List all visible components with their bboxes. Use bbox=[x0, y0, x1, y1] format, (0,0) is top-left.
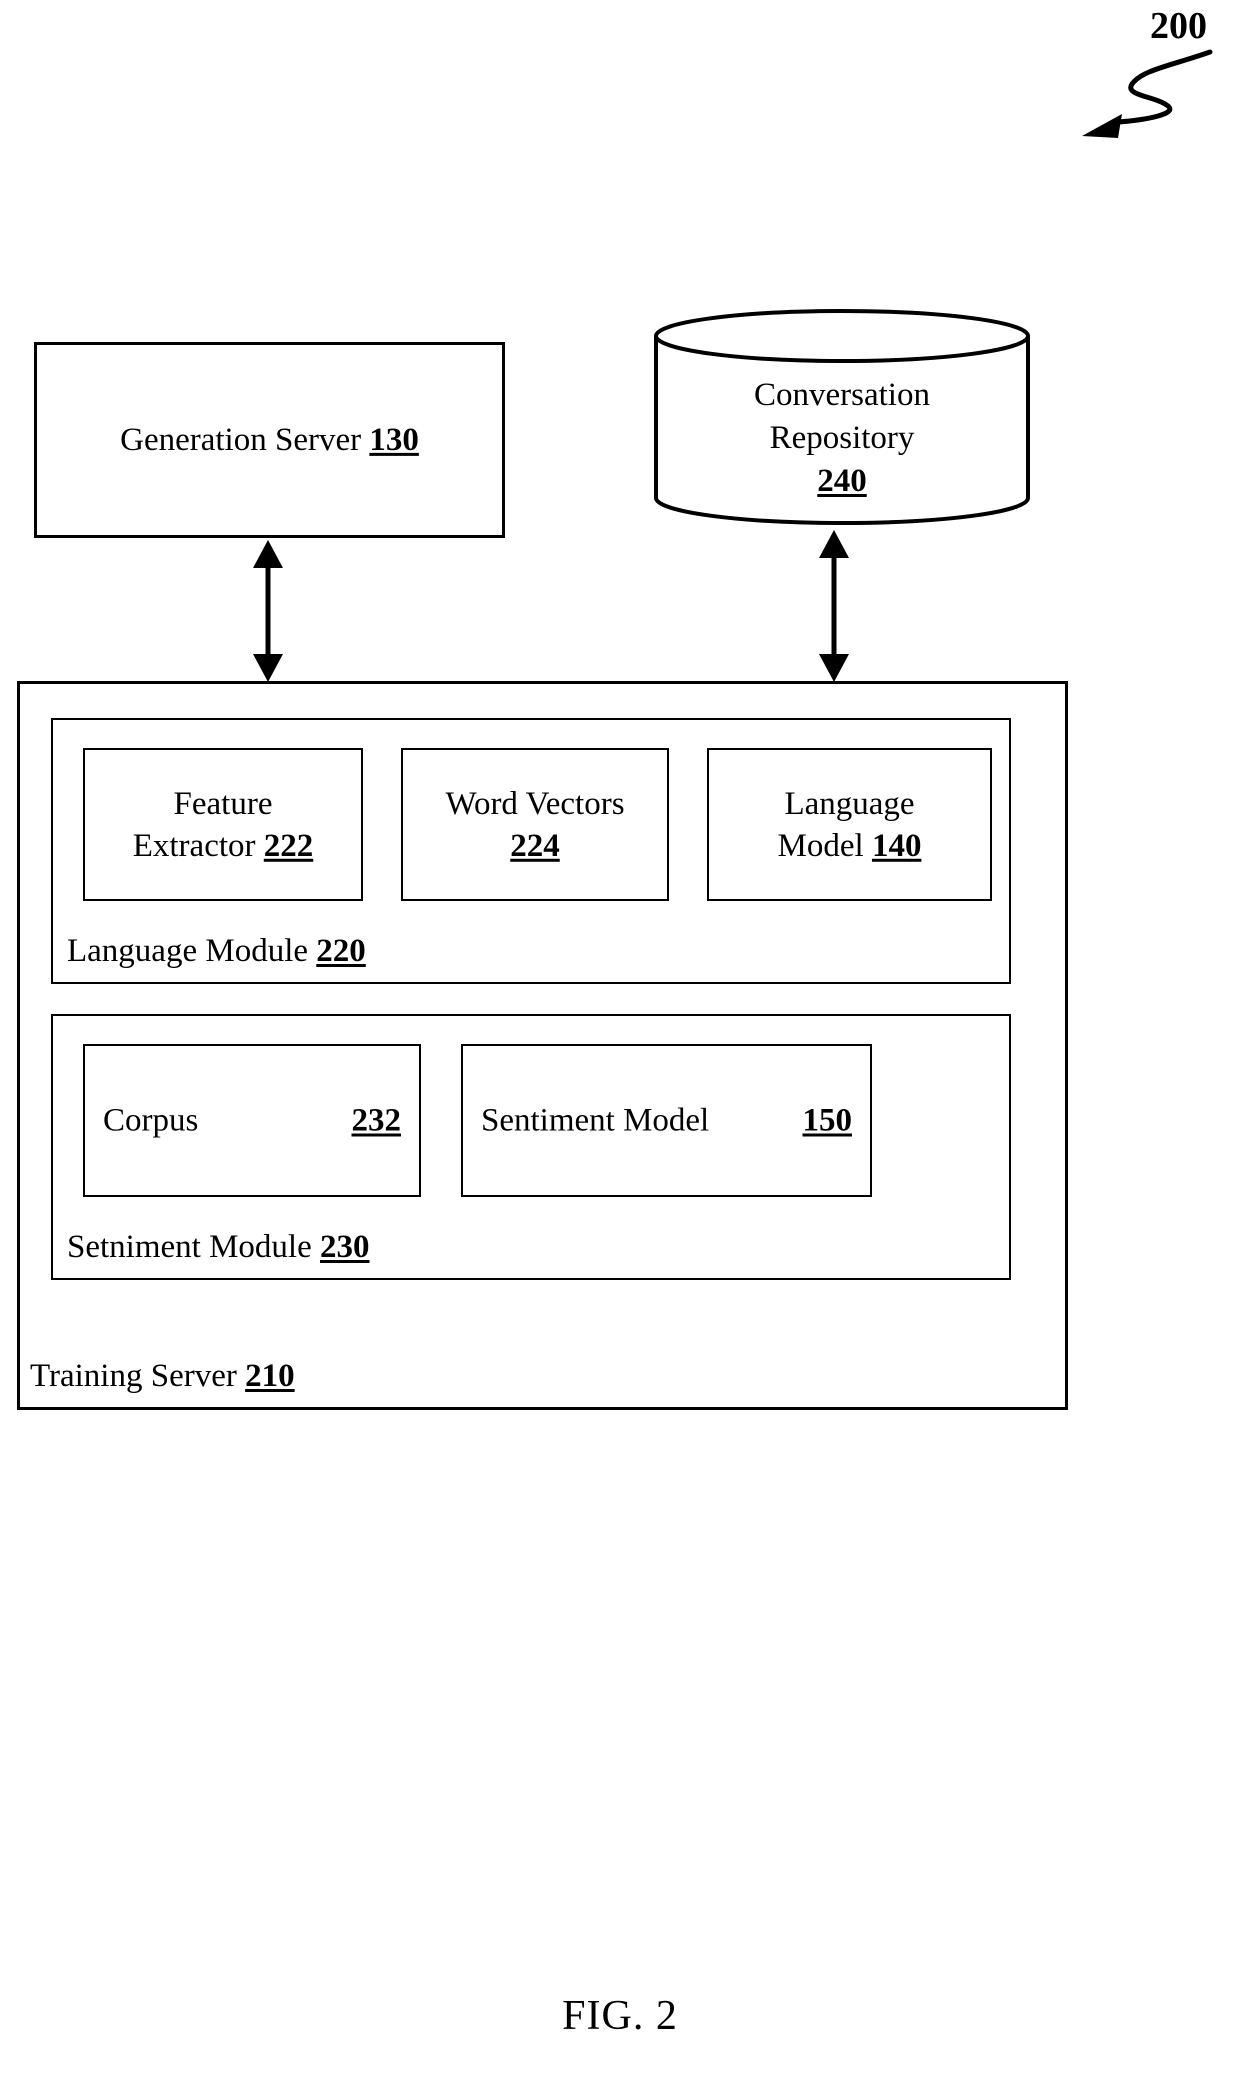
sentiment-module-box[interactable]: Corpus 232 Sentiment Model 150 Setniment… bbox=[51, 1014, 1011, 1280]
figure-canvas: 200 Generation Server 130 Conversation R… bbox=[0, 0, 1240, 2088]
language-model-label-line2: Model bbox=[777, 827, 864, 864]
language-model-ref: 140 bbox=[871, 827, 922, 864]
generation-server-ref: 130 bbox=[369, 421, 419, 458]
generation-server-label: Generation Server 130 bbox=[37, 419, 502, 461]
lead-arrow-icon bbox=[1082, 49, 1213, 138]
conversation-repository-label-line2: Repository bbox=[769, 419, 915, 456]
word-vectors-box[interactable]: Word Vectors 224 bbox=[401, 748, 669, 901]
generation-server-box[interactable]: Generation Server 130 bbox=[34, 342, 505, 538]
sentiment-model-ref: 150 bbox=[802, 1102, 853, 1138]
sentiment-module-label-text: Setniment Module bbox=[67, 1229, 312, 1265]
generation-server-label-text: Generation Server bbox=[120, 421, 362, 458]
sentiment-model-label: Sentiment Model 150 bbox=[463, 1102, 870, 1139]
corpus-label: Corpus 232 bbox=[85, 1102, 419, 1139]
training-server-label-text: Training Server bbox=[30, 1358, 237, 1394]
feature-extractor-label-line1: Feature bbox=[173, 785, 273, 822]
language-module-ref: 220 bbox=[316, 933, 366, 969]
word-vectors-label-line1: Word Vectors bbox=[445, 785, 625, 822]
feature-extractor-ref: 222 bbox=[263, 827, 314, 864]
training-server-label: Training Server 210 bbox=[30, 1358, 295, 1395]
language-module-box[interactable]: Feature Extractor 222 Word Vectors 224 L… bbox=[51, 718, 1011, 984]
feature-extractor-label: Feature Extractor 222 bbox=[85, 782, 361, 866]
corpus-label-text: Corpus bbox=[103, 1102, 199, 1138]
conversation-repository-label: Conversation Repository 240 bbox=[653, 374, 1031, 503]
word-vectors-ref: 224 bbox=[510, 827, 560, 864]
feature-extractor-label-line2: Extractor bbox=[132, 827, 256, 864]
conversation-repository-cylinder[interactable]: Conversation Repository 240 bbox=[653, 308, 1031, 526]
corpus-box[interactable]: Corpus 232 bbox=[83, 1044, 421, 1197]
conversation-repository-to-training-server-arrow-icon bbox=[819, 530, 849, 682]
figure-caption: FIG. 2 bbox=[562, 1993, 678, 2039]
word-vectors-label: Word Vectors 224 bbox=[403, 782, 667, 866]
training-server-ref: 210 bbox=[245, 1358, 295, 1394]
feature-extractor-box[interactable]: Feature Extractor 222 bbox=[83, 748, 363, 901]
corpus-ref: 232 bbox=[351, 1102, 402, 1138]
conversation-repository-ref: 240 bbox=[817, 462, 867, 499]
language-model-label-line1: Language bbox=[784, 785, 915, 822]
sentiment-module-ref: 230 bbox=[319, 1229, 370, 1265]
language-model-box[interactable]: Language Model 140 bbox=[707, 748, 992, 901]
language-model-label: Language Model 140 bbox=[709, 782, 990, 866]
generation-server-to-training-server-arrow-icon bbox=[253, 540, 283, 682]
sentiment-module-label: Setniment Module 230 bbox=[67, 1229, 369, 1266]
sentiment-model-box[interactable]: Sentiment Model 150 bbox=[461, 1044, 872, 1197]
sentiment-model-label-text: Sentiment Model bbox=[481, 1102, 710, 1138]
conversation-repository-label-line1: Conversation bbox=[754, 377, 930, 413]
training-server-box[interactable]: Feature Extractor 222 Word Vectors 224 L… bbox=[17, 681, 1068, 1410]
language-module-label: Language Module 220 bbox=[67, 933, 366, 970]
language-module-label-text: Language Module bbox=[67, 933, 309, 969]
